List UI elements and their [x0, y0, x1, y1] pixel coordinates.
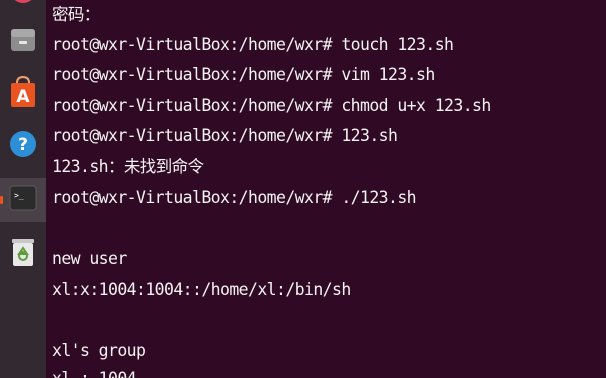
dock-item-ubuntu-software[interactable]: A: [0, 72, 46, 116]
dock-item-partial[interactable]: [0, 0, 46, 14]
terminal-line: root@wxr-VirtualBox:/home/wxr# touch 123…: [52, 35, 454, 54]
terminal-line: new user: [52, 249, 127, 268]
terminal-line: xl : 1004: [52, 368, 137, 378]
terminal-line: root@wxr-VirtualBox:/home/wxr# ./123.sh: [52, 188, 417, 207]
dock-item-files[interactable]: [0, 20, 46, 64]
dock-item-trash[interactable]: [0, 232, 46, 276]
app-icon: [8, 0, 38, 10]
recycle-bin-icon: [9, 236, 37, 273]
terminal-icon: >_: [8, 183, 38, 218]
svg-text:?: ?: [18, 135, 28, 155]
dock-item-terminal[interactable]: >_: [0, 178, 46, 222]
svg-text:A: A: [16, 87, 30, 107]
terminal-line: root@wxr-VirtualBox:/home/wxr# vim 123.s…: [52, 65, 435, 84]
terminal-window[interactable]: 密码： root@wxr-VirtualBox:/home/wxr# touch…: [46, 0, 606, 378]
terminal-line: xl's group: [52, 341, 146, 360]
active-app-indicator: [0, 196, 3, 204]
terminal-line: 密码：: [52, 5, 100, 24]
terminal-line: root@wxr-VirtualBox:/home/wxr# chmod u+x…: [52, 96, 491, 115]
terminal-line: 123.sh：未找到命令: [52, 157, 204, 176]
question-mark-icon: ?: [8, 129, 38, 164]
shopping-bag-a-icon: A: [8, 75, 38, 114]
ubuntu-dock: A ? >_: [0, 0, 46, 378]
terminal-line: xl:x:1004:1004::/home/xl:/bin/sh: [52, 280, 351, 299]
terminal-line: root@wxr-VirtualBox:/home/wxr# 123.sh: [52, 126, 398, 145]
dock-item-help[interactable]: ?: [0, 124, 46, 168]
file-cabinet-icon: [8, 25, 38, 60]
svg-text:>_: >_: [14, 191, 24, 200]
desktop: A ? >_ 密码： root@wxr-VirtualBox:/home/wxr…: [0, 0, 606, 378]
